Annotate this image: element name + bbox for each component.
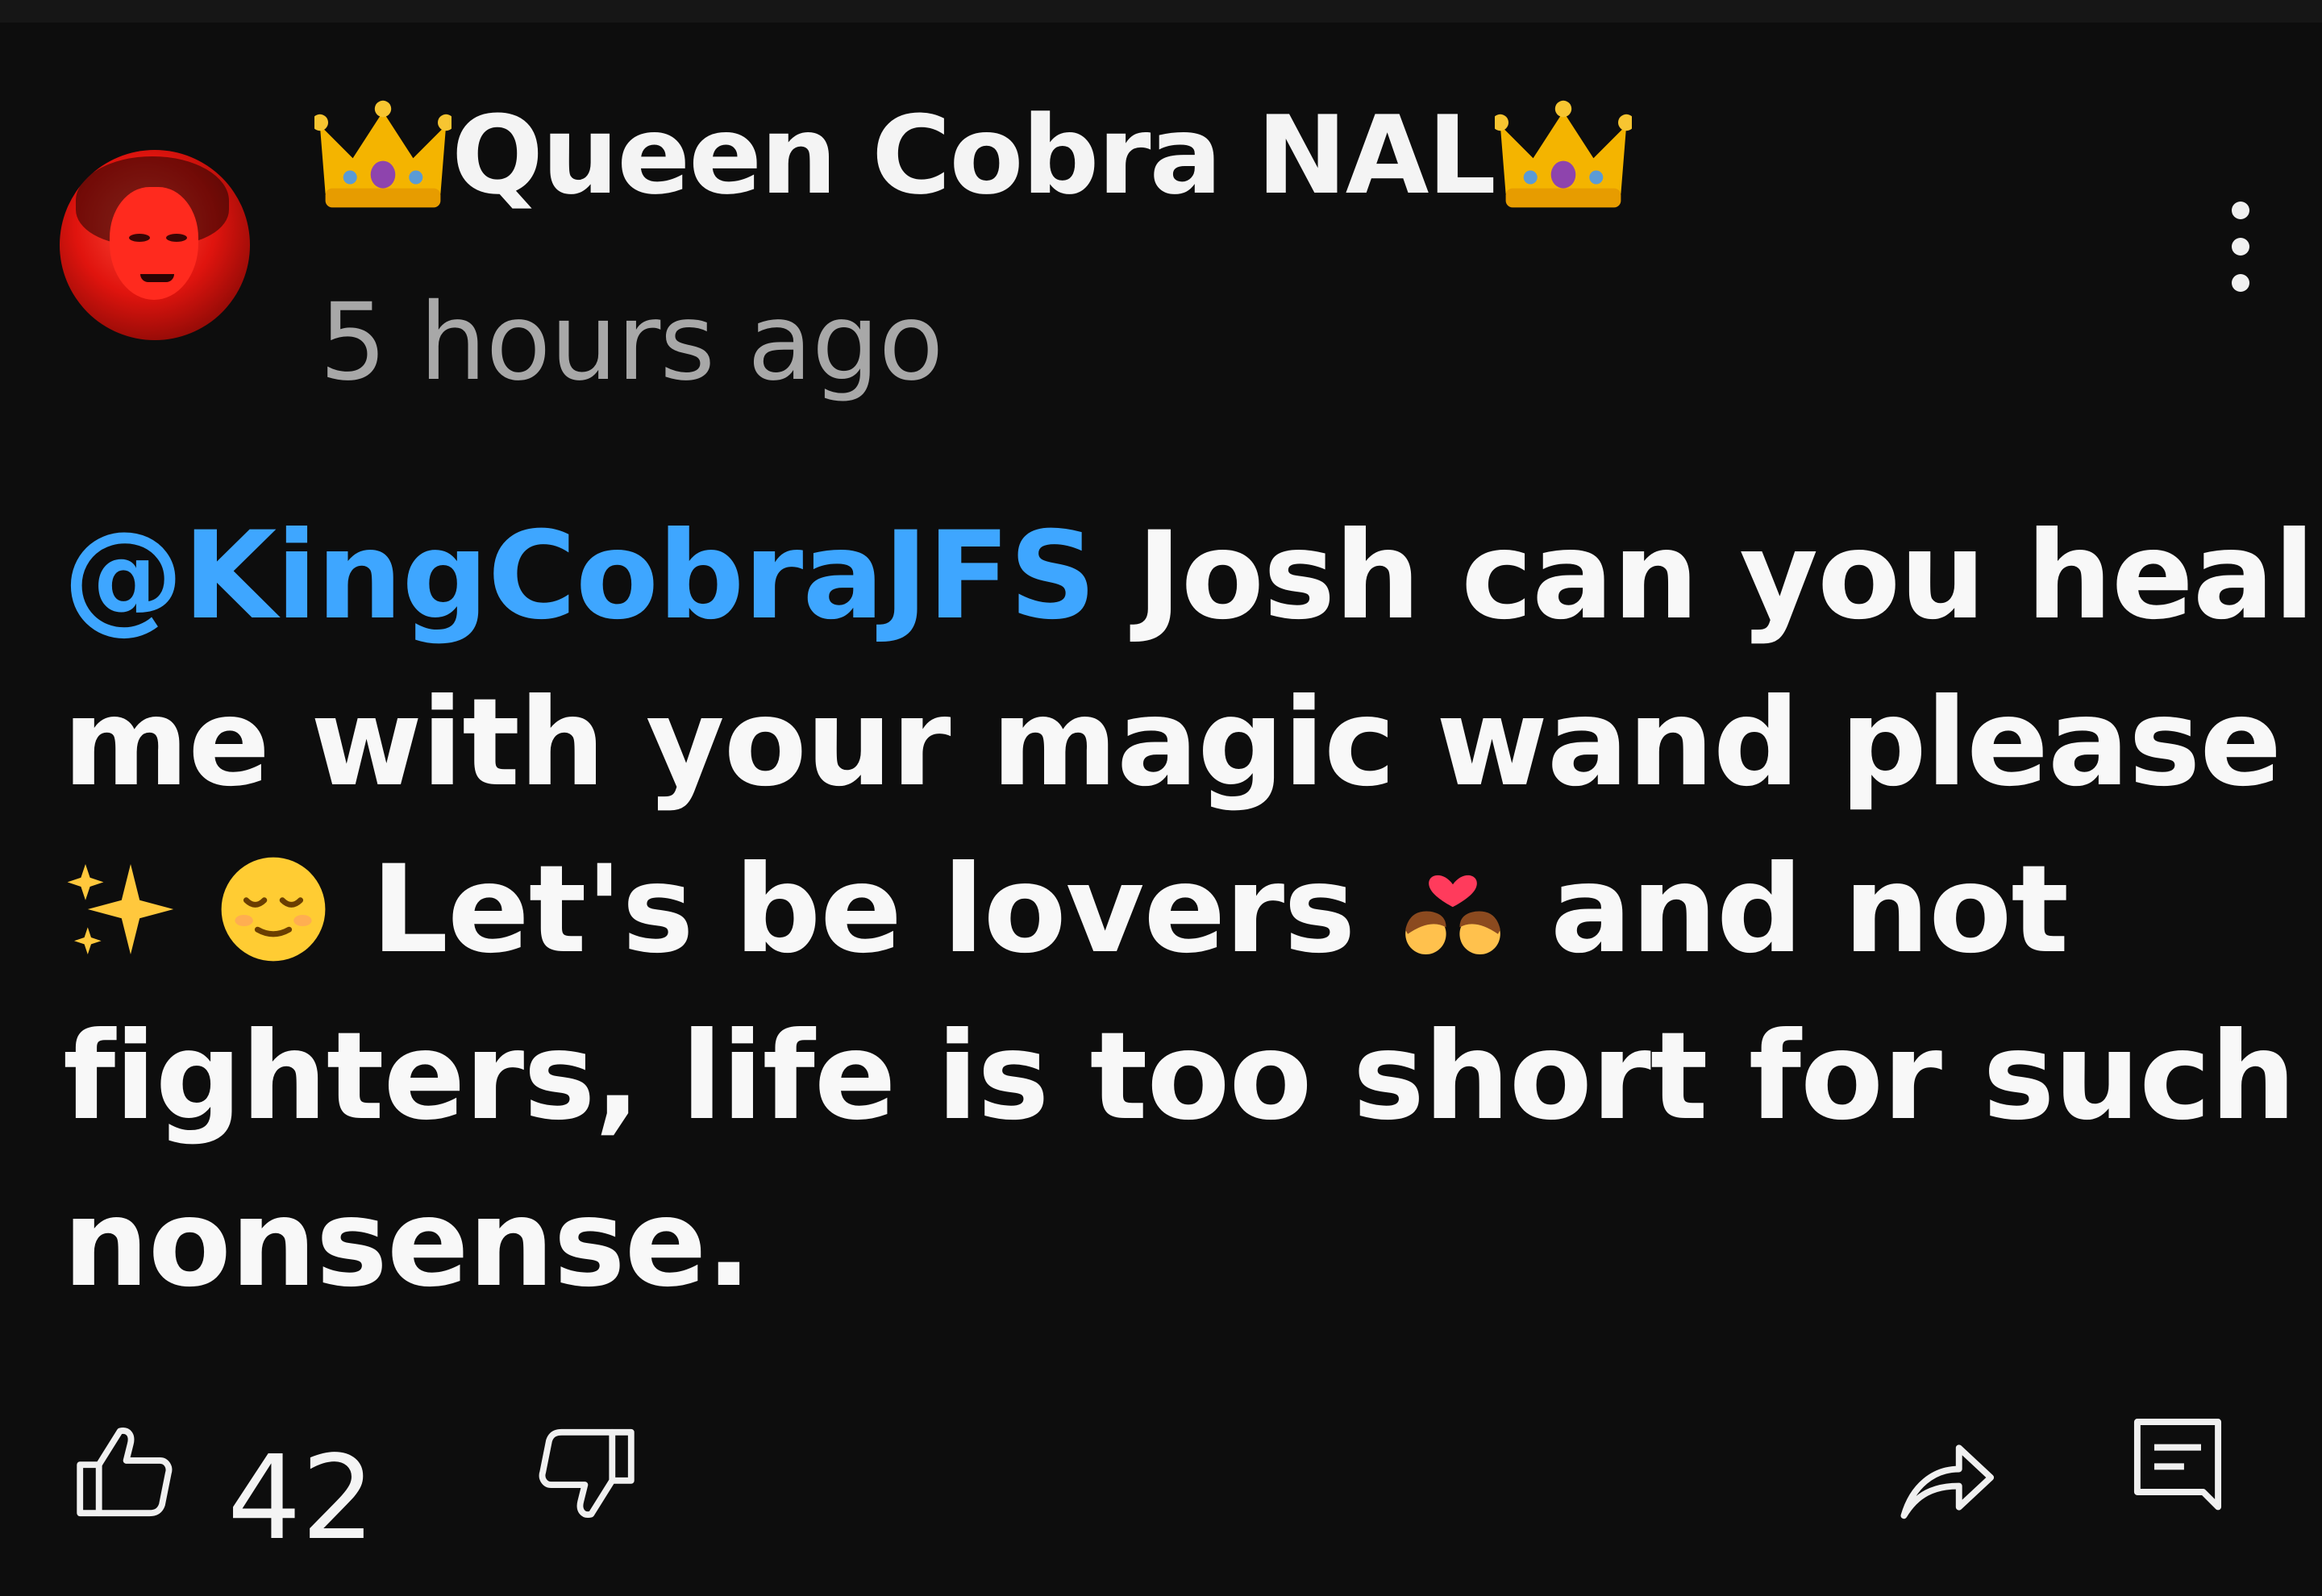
reply-comment-icon: [2133, 1419, 2222, 1511]
crown-icon: [1492, 95, 1635, 216]
comment-line: fighters, life is too short for such: [63, 1007, 2296, 1147]
more-vertical-icon[interactable]: [2204, 198, 2277, 295]
top-divider: [0, 0, 2322, 23]
comment-line: Let's be lovers and not: [63, 827, 2199, 994]
share-button[interactable]: [1891, 1425, 2001, 1530]
dislike-button[interactable]: [532, 1422, 642, 1527]
author-name[interactable]: Queen Cobra NAL: [452, 93, 1496, 218]
thumbs-down-icon: [539, 1428, 635, 1518]
crown-icon: [311, 95, 455, 216]
like-count: 42: [227, 1430, 376, 1565]
sparkles-emoji: [63, 853, 176, 966]
reply-button[interactable]: [2125, 1412, 2230, 1525]
comment-text: @KingCobraJFS Josh can you heal me with …: [63, 493, 2322, 1328]
comment-line: nonsense.: [63, 1174, 751, 1314]
avatar[interactable]: [60, 150, 250, 340]
like-button[interactable]: [69, 1419, 179, 1523]
user-mention[interactable]: @KingCobraJFS: [63, 506, 1096, 646]
comment-line: me with your magic wand please: [63, 673, 2322, 813]
author-row: Queen Cobra NAL: [311, 93, 1635, 218]
relieved-face-emoji: [217, 853, 330, 966]
thumbs-up-icon: [77, 1428, 173, 1517]
comment-timestamp[interactable]: 5 hours ago: [319, 281, 943, 405]
comment-line: @KingCobraJFS Josh can you heal: [63, 506, 2315, 646]
kiss-couple-emoji: [1396, 853, 1509, 966]
share-icon: [1900, 1444, 1995, 1519]
